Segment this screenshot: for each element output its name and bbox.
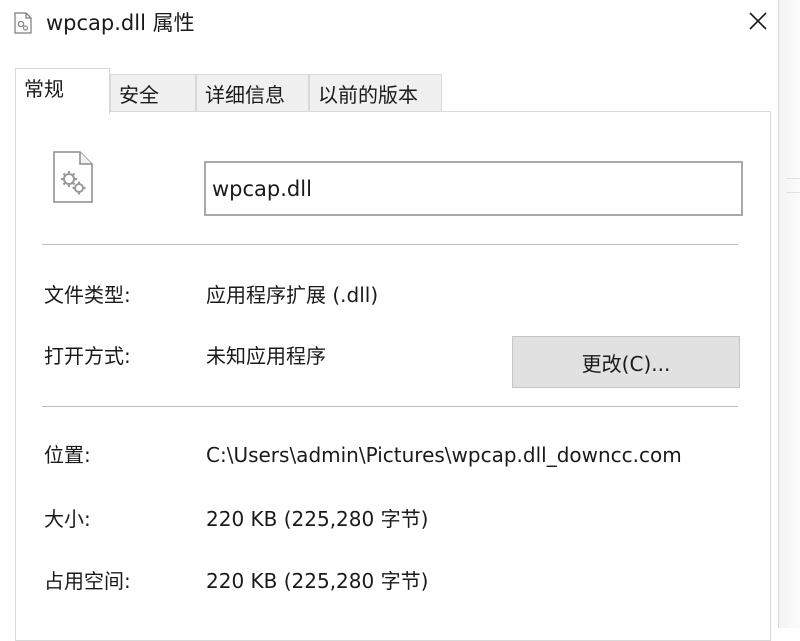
background-divider xyxy=(786,192,800,193)
location-value: C:\Users\admin\Pictures\wpcap.dll_downcc… xyxy=(206,443,682,467)
location-label: 位置: xyxy=(44,443,91,467)
divider xyxy=(42,244,738,245)
background-divider xyxy=(786,178,800,179)
dll-file-icon xyxy=(14,12,32,34)
size-on-disk-value: 220 KB (225,280 字节) xyxy=(206,569,429,593)
file-type-label: 文件类型: xyxy=(44,283,131,307)
change-button[interactable]: 更改(C)... xyxy=(512,336,740,388)
file-type-value: 应用程序扩展 (.dll) xyxy=(206,283,379,307)
size-label: 大小: xyxy=(44,507,91,531)
opens-with-label: 打开方式: xyxy=(44,344,131,368)
tab-security[interactable]: 安全 xyxy=(110,74,196,112)
background-area xyxy=(779,0,800,628)
size-on-disk-label: 占用空间: xyxy=(44,569,131,593)
tab-strip: 常规 安全 详细信息 以前的版本 xyxy=(0,68,778,114)
properties-window: wpcap.dll 属性 常规 安全 详细信息 以前的版本 wpcap.dll … xyxy=(0,0,800,641)
tab-general[interactable]: 常规 xyxy=(15,68,110,114)
window-title: wpcap.dll 属性 xyxy=(46,11,195,35)
title-bar[interactable]: wpcap.dll 属性 xyxy=(0,0,778,48)
file-name-field[interactable] xyxy=(204,161,743,216)
dll-gear-file-icon xyxy=(52,150,94,204)
close-button[interactable] xyxy=(738,6,778,40)
tab-details[interactable]: 详细信息 xyxy=(196,74,309,112)
close-icon xyxy=(748,11,768,35)
divider xyxy=(42,406,738,407)
size-value: 220 KB (225,280 字节) xyxy=(206,507,429,531)
tab-previous-versions[interactable]: 以前的版本 xyxy=(309,74,442,112)
opens-with-value: 未知应用程序 xyxy=(206,344,326,368)
